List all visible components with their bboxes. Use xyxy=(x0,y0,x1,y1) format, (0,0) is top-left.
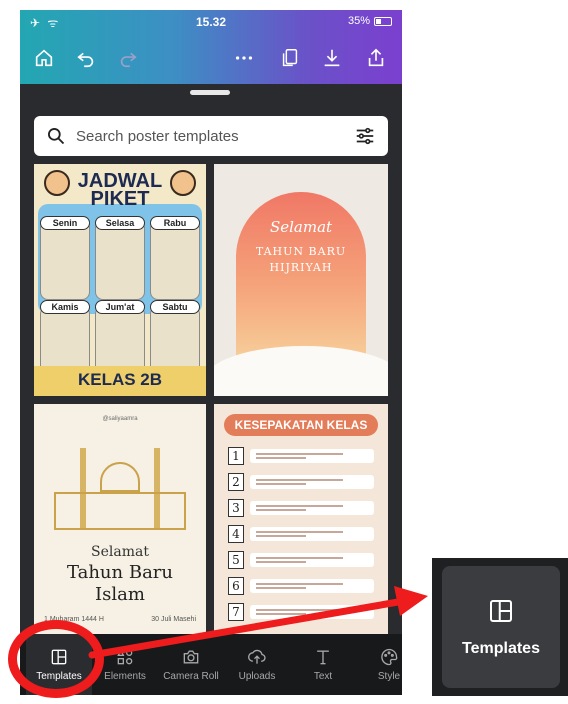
templates-zoom-button: Templates xyxy=(442,566,560,688)
templates-zoom-callout: Templates xyxy=(432,558,568,696)
templates-icon xyxy=(490,600,512,622)
zoom-label: Templates xyxy=(462,640,540,657)
